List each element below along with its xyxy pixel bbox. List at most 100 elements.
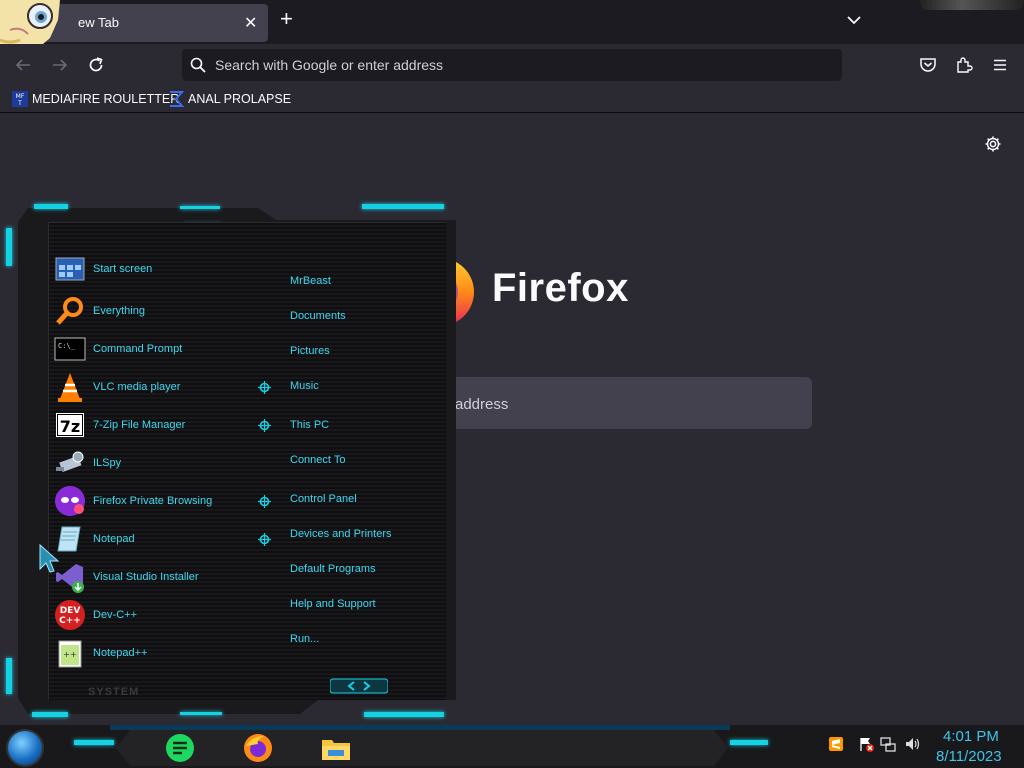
submenu-arrow-icon[interactable] — [258, 419, 271, 432]
submenu-arrow-icon[interactable] — [258, 533, 271, 546]
menu-item-command-prompt[interactable]: C:\_ Command Prompt — [54, 332, 182, 366]
menu-link-default-programs[interactable]: Default Programs — [290, 563, 376, 575]
frame-accent — [180, 206, 220, 209]
menu-link-control-panel[interactable]: Control Panel — [290, 493, 357, 505]
extensions-puzzle-icon[interactable] — [955, 56, 973, 74]
menu-item-start-screen[interactable]: Start screen — [54, 252, 152, 286]
svg-text:C++: C++ — [59, 616, 81, 626]
taskbar-accent-rail — [110, 725, 730, 730]
menu-item-vs-installer[interactable]: Visual Studio Installer — [54, 560, 199, 594]
submenu-arrow-icon[interactable] — [258, 495, 271, 508]
firefox-icon[interactable] — [242, 732, 274, 764]
menu-item-label: 7-Zip File Manager — [93, 419, 186, 431]
notepadpp-icon: ++ — [54, 637, 86, 669]
frame-accent — [364, 712, 444, 717]
address-input[interactable] — [215, 49, 815, 81]
frame-accent — [362, 204, 444, 209]
chevron-down-icon[interactable] — [845, 11, 863, 29]
tab-close-icon[interactable]: ✕ — [244, 13, 257, 33]
bookmark-mediafire-rouletter[interactable]: MF T MEDIAFIRE ROULETTER — [12, 90, 179, 108]
taskbar-app-strip — [116, 730, 728, 766]
menu-nav-arrows-icon[interactable] — [330, 678, 388, 694]
new-tab-button[interactable]: + — [280, 8, 293, 30]
frame-accent — [6, 658, 12, 694]
menu-link-help-support[interactable]: Help and Support — [290, 598, 376, 610]
cmd-icon: C:\_ — [54, 333, 86, 365]
mft-icon: MF T — [12, 91, 28, 107]
network-icon[interactable] — [880, 736, 896, 752]
menu-item-label: ILSpy — [93, 457, 122, 469]
menu-link-pictures[interactable]: Pictures — [290, 345, 330, 357]
theme-decoration — [920, 0, 1024, 10]
menu-item-label: Visual Studio Installer — [93, 571, 199, 583]
volume-icon[interactable] — [904, 736, 920, 752]
svg-text:C:\_: C:\_ — [58, 342, 76, 350]
magnifier-icon — [54, 295, 86, 327]
clock-date[interactable]: 8/11/2023 — [936, 748, 1002, 765]
menu-item-label: Notepad++ — [93, 647, 148, 659]
menu-link-music[interactable]: Music — [290, 380, 319, 392]
clock-time[interactable]: 4:01 PM — [943, 728, 999, 745]
menu-item-vlc[interactable]: VLC media player — [54, 370, 180, 404]
menu-link-this-pc[interactable]: This PC — [290, 419, 329, 431]
notes-app-icon[interactable] — [164, 732, 196, 764]
menu-item-label: Start screen — [93, 263, 153, 275]
frame-accent — [6, 228, 12, 266]
start-orb-button[interactable] — [8, 731, 42, 765]
menu-item-label: Command Prompt — [93, 343, 183, 355]
pocket-icon[interactable] — [919, 56, 937, 74]
start-screen-icon — [54, 253, 86, 285]
menu-item-everything[interactable]: Everything — [54, 294, 145, 328]
sigma-icon — [168, 91, 185, 107]
menu-item-label: Dev-C++ — [93, 609, 138, 621]
bookmark-label: ANAL PROLAPSE — [188, 92, 292, 106]
menu-item-notepadpp[interactable]: ++ Notepad++ — [54, 636, 147, 670]
taskbar-accent — [730, 740, 768, 745]
forward-arrow-icon[interactable] — [51, 56, 69, 74]
menu-link-connect-to[interactable]: Connect To — [290, 454, 345, 466]
submenu-arrow-icon[interactable] — [258, 381, 271, 394]
menu-link-run[interactable]: Run... — [290, 633, 319, 645]
gear-icon[interactable] — [984, 135, 1002, 153]
reload-icon[interactable] — [87, 56, 105, 74]
taskbar-accent — [74, 740, 114, 745]
firefox-wordmark: Firefox — [492, 266, 629, 310]
menu-item-label: VLC media player — [93, 381, 181, 393]
back-arrow-icon[interactable] — [14, 56, 32, 74]
menu-link-mrbeast[interactable]: MrBeast — [290, 275, 331, 287]
file-explorer-icon[interactable] — [320, 732, 352, 764]
hamburger-menu-icon[interactable] — [991, 56, 1009, 74]
mouse-cursor-icon — [39, 543, 60, 573]
tab-title: ew Tab — [78, 15, 119, 30]
tab-bar: ew Tab ✕ + — [0, 0, 1024, 44]
vlc-cone-icon — [54, 371, 86, 403]
frame-accent — [180, 712, 222, 715]
bookmark-label: MEDIAFIRE ROULETTER — [32, 92, 180, 106]
menu-item-label: Firefox Private Browsing — [93, 495, 213, 507]
sublime-icon[interactable] — [828, 736, 844, 752]
address-bar[interactable] — [182, 49, 842, 81]
svg-text:++: ++ — [63, 650, 76, 659]
search-icon — [190, 57, 206, 73]
frame-accent — [32, 712, 68, 717]
private-browsing-icon — [54, 485, 86, 517]
menu-item-label: Notepad — [93, 533, 135, 545]
menu-item-devcpp[interactable]: DEV C++ Dev-C++ — [54, 598, 137, 632]
devcpp-icon: DEV C++ — [54, 599, 86, 631]
bookmarks-toolbar: MF T MEDIAFIRE ROULETTER ANAL PROLAPSE — [0, 86, 1024, 113]
content-search-placeholder: address — [455, 396, 509, 413]
system-label: SYSTEM — [88, 686, 140, 698]
menu-link-documents[interactable]: Documents — [290, 310, 346, 322]
bookmark-anal-prolapse[interactable]: ANAL PROLAPSE — [168, 90, 291, 108]
menu-item-ilspy[interactable]: ILSpy — [54, 446, 121, 480]
menu-item-7zip[interactable]: 7z 7-Zip File Manager — [54, 408, 185, 442]
menu-item-label: Everything — [93, 305, 145, 317]
menu-item-firefox-private[interactable]: Firefox Private Browsing — [54, 484, 212, 518]
flag-error-icon[interactable] — [858, 736, 874, 752]
svg-text:7z: 7z — [60, 417, 80, 436]
menu-item-notepad[interactable]: Notepad — [54, 522, 135, 556]
ilspy-icon — [54, 447, 86, 479]
menu-link-devices-printers[interactable]: Devices and Printers — [290, 528, 392, 540]
7zip-icon: 7z — [54, 409, 86, 441]
svg-text:MF: MF — [16, 93, 25, 100]
